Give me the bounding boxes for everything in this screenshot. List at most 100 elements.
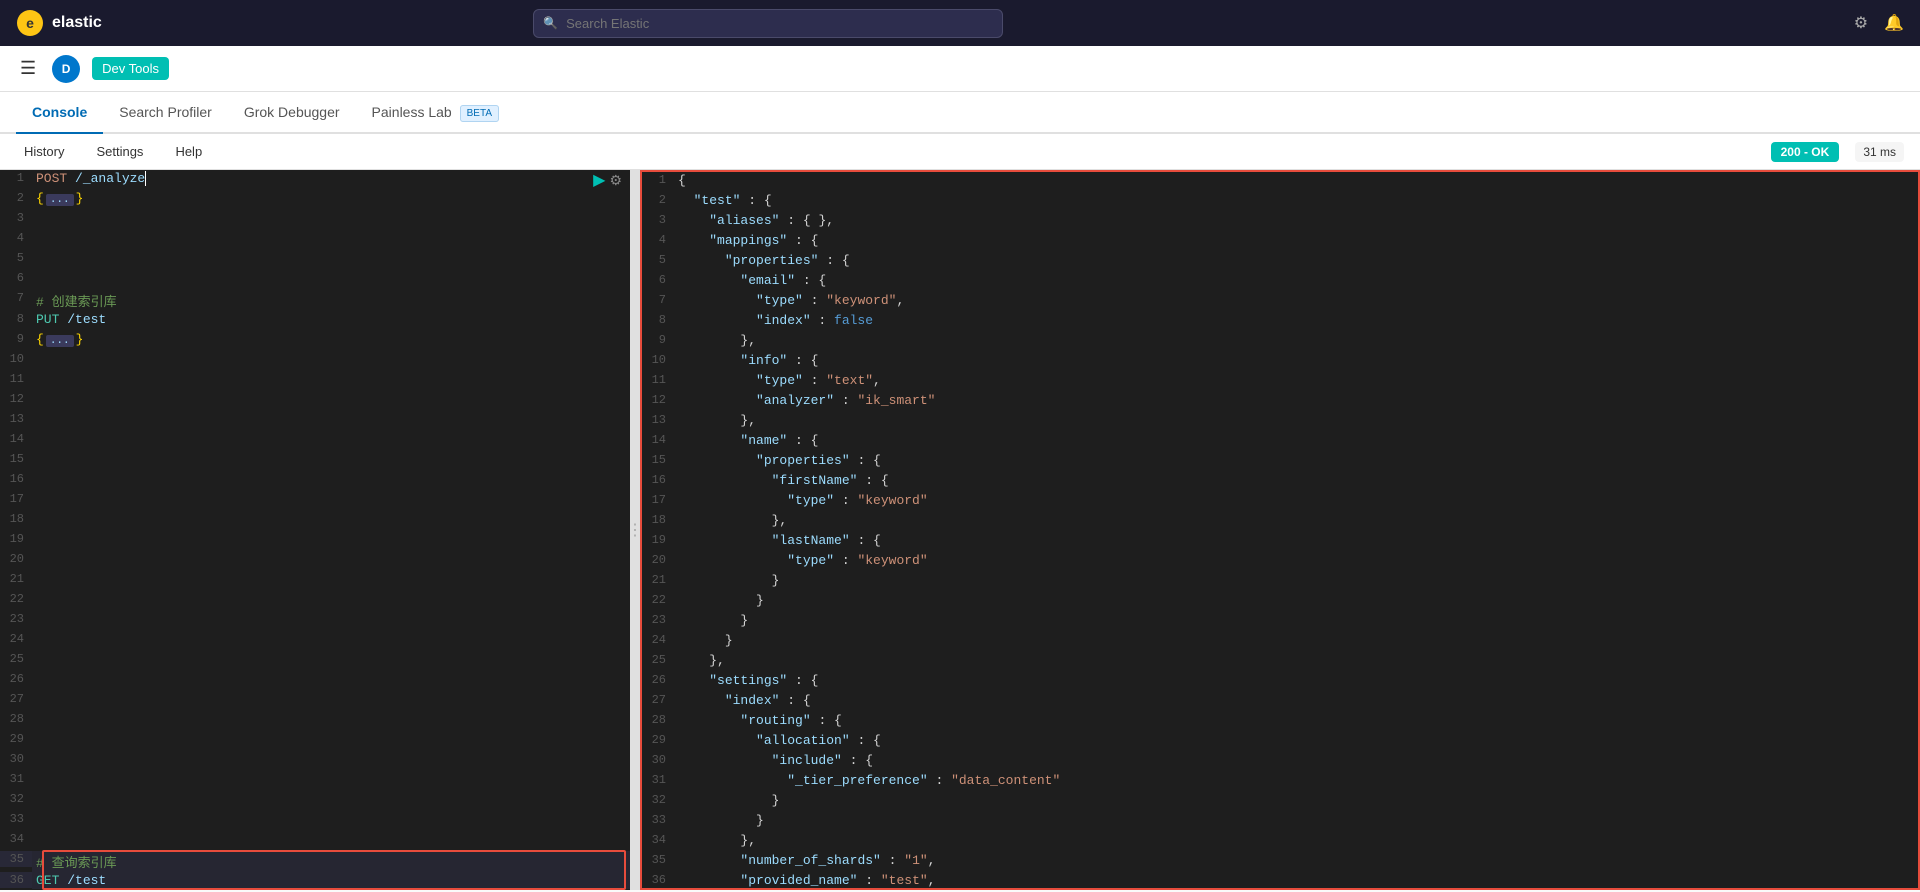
tab-search-profiler[interactable]: Search Profiler	[103, 92, 228, 134]
editor-line: 24	[0, 631, 630, 651]
response-line: 22 }	[642, 592, 1918, 612]
bell-icon[interactable]: 🔔	[1884, 13, 1904, 33]
folded-token[interactable]: ...	[46, 335, 74, 347]
response-line: 16 "firstName" : {	[642, 472, 1918, 492]
resp-line-content: {	[674, 172, 1918, 192]
dev-tools-button[interactable]: Dev Tools	[92, 57, 169, 80]
settings-icon[interactable]: ⚙	[609, 172, 622, 189]
resp-line-number: 33	[642, 812, 674, 832]
editor-line: 1POST /_analyze▶⚙	[0, 170, 630, 190]
elastic-logo-icon: e	[16, 9, 44, 37]
response-line: 3 "aliases" : { },	[642, 212, 1918, 232]
resp-line-number: 7	[642, 292, 674, 312]
avatar-button[interactable]: D	[52, 55, 80, 83]
response-line: 14 "name" : {	[642, 432, 1918, 452]
hamburger-button[interactable]: ☰	[16, 54, 40, 83]
line-number: 24	[0, 631, 32, 647]
editor-line: 23	[0, 611, 630, 631]
tab-grok-debugger[interactable]: Grok Debugger	[228, 92, 356, 134]
line-number: 35	[0, 851, 32, 867]
editor-line: 26	[0, 671, 630, 691]
run-button[interactable]: ▶	[593, 170, 605, 190]
line-content	[32, 431, 630, 448]
search-icon: 🔍	[543, 16, 558, 30]
resp-line-number: 11	[642, 372, 674, 392]
response-line: 31 "_tier_preference" : "data_content"	[642, 772, 1918, 792]
response-line: 24 }	[642, 632, 1918, 652]
folded-token[interactable]: ...	[46, 194, 74, 206]
resp-line-content: "mappings" : {	[674, 232, 1918, 252]
line-content	[32, 691, 630, 708]
editor-line: 29	[0, 731, 630, 751]
resp-line-content: },	[674, 412, 1918, 432]
tab-console[interactable]: Console	[16, 92, 103, 134]
pane-divider[interactable]: ⋮	[630, 170, 640, 890]
line-number: 9	[0, 331, 32, 347]
response-line: 1{	[642, 172, 1918, 192]
editor-line: 35# 查询索引库	[0, 851, 630, 872]
resp-line-number: 5	[642, 252, 674, 272]
response-line: 28 "routing" : {	[642, 712, 1918, 732]
line-content	[32, 831, 630, 848]
line-content	[32, 611, 630, 628]
line-number: 20	[0, 551, 32, 567]
history-button[interactable]: History	[16, 140, 72, 163]
resp-line-content: }	[674, 812, 1918, 832]
tab-painless-lab[interactable]: Painless Lab BETA	[356, 92, 515, 134]
resp-line-content: "type" : "text",	[674, 372, 1918, 392]
search-input[interactable]	[533, 9, 1003, 38]
editor-line: 27	[0, 691, 630, 711]
resp-line-number: 29	[642, 732, 674, 752]
settings-icon[interactable]: ⚙	[1854, 13, 1868, 33]
editor-line: 33	[0, 811, 630, 831]
resp-line-content: "provided_name" : "test",	[674, 872, 1918, 890]
resp-line-number: 17	[642, 492, 674, 512]
line-number: 27	[0, 691, 32, 707]
line-content	[32, 471, 630, 488]
response-line: 2 "test" : {	[642, 192, 1918, 212]
global-search-bar[interactable]: 🔍	[533, 9, 1003, 38]
response-line: 18 },	[642, 512, 1918, 532]
response-pane[interactable]: 1{2 "test" : {3 "aliases" : { },4 "mappi…	[640, 170, 1920, 890]
response-line: 7 "type" : "keyword",	[642, 292, 1918, 312]
resp-line-number: 14	[642, 432, 674, 452]
resp-line-content: "number_of_shards" : "1",	[674, 852, 1918, 872]
editor-line: 20	[0, 551, 630, 571]
line-content	[32, 791, 630, 808]
line-content: POST /_analyze	[32, 170, 593, 187]
editor-line: 14	[0, 431, 630, 451]
line-content	[32, 210, 630, 227]
editor-line: 32	[0, 791, 630, 811]
line-number: 16	[0, 471, 32, 487]
resp-line-content: "index" : {	[674, 692, 1918, 712]
editor-line: 12	[0, 391, 630, 411]
response-line: 36 "provided_name" : "test",	[642, 872, 1918, 890]
resp-line-number: 4	[642, 232, 674, 252]
settings-button[interactable]: Settings	[88, 140, 151, 163]
resp-line-content: },	[674, 832, 1918, 852]
line-content	[32, 230, 630, 247]
resp-line-content: },	[674, 652, 1918, 672]
response-line: 9 },	[642, 332, 1918, 352]
editor-line: 9{...}	[0, 331, 630, 351]
line-number: 5	[0, 250, 32, 266]
resp-line-number: 6	[642, 272, 674, 292]
response-line: 4 "mappings" : {	[642, 232, 1918, 252]
resp-line-content: }	[674, 572, 1918, 592]
editor-pane[interactable]: 1POST /_analyze▶⚙2{...}3 4 5 6 7# 创建索引库8…	[0, 170, 630, 890]
resp-line-content: }	[674, 612, 1918, 632]
resp-line-number: 3	[642, 212, 674, 232]
editor-line: 3	[0, 210, 630, 230]
editor-line: 16	[0, 471, 630, 491]
toolbar: History Settings Help 200 - OK 31 ms	[0, 134, 1920, 170]
line-number: 30	[0, 751, 32, 767]
help-button[interactable]: Help	[167, 140, 210, 163]
response-line: 26 "settings" : {	[642, 672, 1918, 692]
logo-text: elastic	[52, 14, 102, 32]
resp-line-content: },	[674, 332, 1918, 352]
tabs-bar: Console Search Profiler Grok Debugger Pa…	[0, 92, 1920, 134]
resp-line-number: 16	[642, 472, 674, 492]
editor-line: 7# 创建索引库	[0, 290, 630, 311]
resp-line-number: 21	[642, 572, 674, 592]
line-content	[32, 451, 630, 468]
